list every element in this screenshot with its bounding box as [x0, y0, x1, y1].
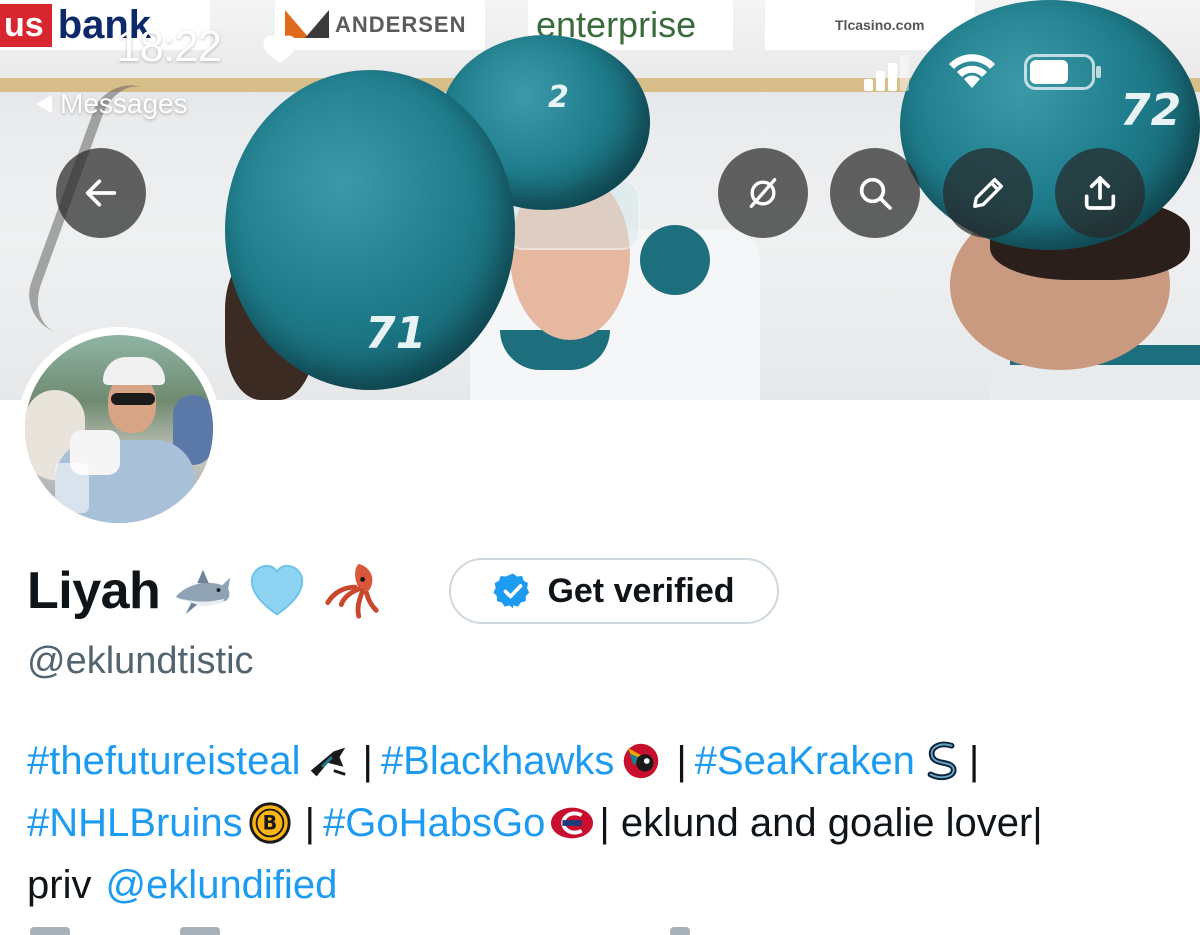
sharks-logo-icon: [310, 747, 346, 777]
verified-badge-icon: [493, 573, 530, 609]
profile-bio: #thefutureisteal | #Blackhawks | #SeaKra…: [27, 730, 1187, 916]
light-blue-heart-emoji-icon: [251, 564, 304, 616]
andersen-text: ANDERSEN: [335, 12, 467, 37]
jersey-number-71: 71: [365, 308, 427, 359]
get-verified-label: Get verified: [547, 571, 735, 610]
share-icon: [1084, 176, 1116, 210]
shark-emoji-icon: [176, 569, 231, 615]
back-button[interactable]: [56, 148, 146, 238]
bio-separator: |: [968, 739, 980, 783]
jersey-number-2: 2: [548, 80, 569, 115]
hashtag-blackhawks[interactable]: #Blackhawks: [381, 730, 614, 792]
back-to-messages[interactable]: Messages: [36, 88, 188, 120]
profile-screen: us bank ANDERSEN enterprise Tlcasino.com…: [0, 0, 1200, 935]
blackhawks-logo-icon: [624, 743, 659, 779]
back-arrow-icon: [85, 179, 117, 207]
andersen-ad: ANDERSEN: [275, 0, 485, 50]
mention-eklundified[interactable]: @eklundified: [105, 854, 337, 916]
hashtag-gohabsgo[interactable]: #GoHabsGo: [323, 792, 545, 854]
back-app-label: Messages: [60, 88, 188, 119]
profile-handle: @eklundtistic: [27, 640, 254, 682]
hide-button[interactable]: [718, 148, 808, 238]
canadiens-logo-icon: [551, 807, 594, 839]
hashtag-nhlbruins[interactable]: #NHLBruins: [27, 792, 243, 854]
search-button[interactable]: [830, 148, 920, 238]
casino-text: Tlcasino.com: [835, 17, 925, 33]
back-triangle-icon: [36, 95, 52, 113]
bio-line-2: #NHLBruins B | #GoHabsGo | eklund and go…: [27, 792, 1187, 854]
eye-slash-icon: [749, 178, 777, 208]
profile-avatar[interactable]: [17, 327, 221, 531]
usbank-us: us: [0, 3, 52, 47]
bio-separator: |: [362, 739, 373, 783]
svg-text:B: B: [262, 812, 277, 835]
pencil-icon: [973, 178, 1003, 208]
bio-separator: |: [304, 801, 316, 845]
bio-text-priv: priv: [27, 863, 92, 907]
name-row: Liyah: [27, 556, 382, 626]
edit-button[interactable]: [943, 148, 1033, 238]
next-row-peek: [30, 925, 730, 935]
heart-icon: [263, 35, 297, 63]
bio-text-segment: | eklund and goalie lover|: [599, 801, 1043, 845]
wifi-icon: [949, 54, 995, 88]
hashtag-seakraken[interactable]: #SeaKraken: [695, 730, 915, 792]
profile-banner[interactable]: us bank ANDERSEN enterprise Tlcasino.com…: [0, 0, 1200, 400]
bio-separator: |: [676, 739, 687, 783]
kraken-logo-icon: [927, 741, 957, 781]
display-name: Liyah: [27, 562, 161, 620]
search-icon: [859, 177, 892, 210]
battery-icon: [1024, 54, 1101, 90]
get-verified-button[interactable]: Get verified: [449, 558, 779, 624]
squid-emoji-icon: [325, 563, 379, 619]
team-logo: [640, 225, 710, 295]
share-button[interactable]: [1055, 148, 1145, 238]
jersey-number-72: 72: [1120, 85, 1182, 136]
bio-line-1: #thefutureisteal | #Blackhawks | #SeaKra…: [27, 730, 1187, 792]
bio-line-3: priv @eklundified: [27, 854, 1187, 916]
avatar-photo: [25, 335, 213, 523]
hashtag-thefutureisteal[interactable]: #thefutureisteal: [27, 730, 301, 792]
bruins-logo-icon: B: [249, 802, 291, 844]
cellular-signal-icon: [864, 55, 909, 91]
status-time: 18:22: [116, 22, 222, 71]
